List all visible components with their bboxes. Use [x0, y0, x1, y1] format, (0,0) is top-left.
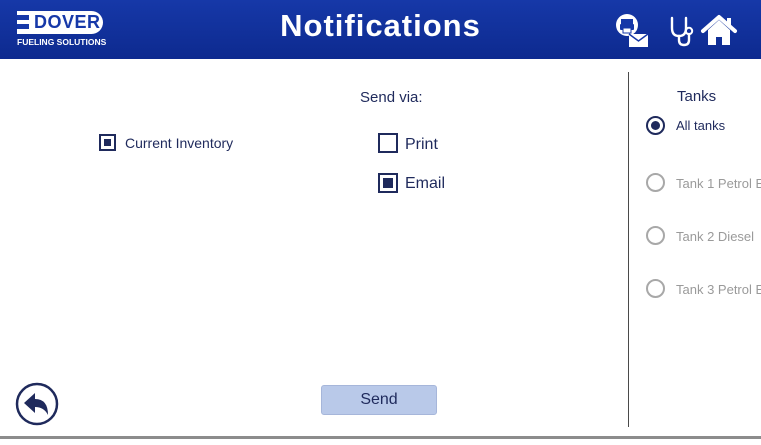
stethoscope-icon[interactable]: [668, 12, 694, 48]
back-arrow-icon[interactable]: [15, 382, 59, 426]
logo-word: DOVER: [34, 12, 101, 32]
tank-3-label: Tank 3 Petrol E: [676, 282, 761, 297]
current-inventory-checkbox[interactable]: [99, 134, 116, 151]
all-tanks-label: All tanks: [676, 118, 726, 133]
print-label: Print: [405, 136, 438, 153]
logo-subtitle: FUELING SOLUTIONS: [17, 37, 107, 47]
radio-tank-2[interactable]: [646, 226, 665, 245]
print-email-icon[interactable]: [612, 12, 650, 48]
dover-logo: DOVER FUELING SOLUTIONS: [17, 11, 127, 51]
send-via-heading: Send via:: [360, 89, 423, 106]
header-bar: DOVER FUELING SOLUTIONS Notifications: [0, 0, 761, 59]
email-label: Email: [405, 175, 446, 192]
email-checkbox[interactable]: [378, 173, 398, 193]
current-inventory-label: Current Inventory: [125, 135, 234, 151]
tanks-heading: Tanks: [677, 88, 717, 105]
print-checkbox[interactable]: [378, 133, 398, 153]
vertical-divider: [628, 72, 629, 427]
send-button[interactable]: Send: [321, 385, 437, 415]
radio-tank-3[interactable]: [646, 279, 665, 298]
radio-tank-1[interactable]: [646, 173, 665, 192]
radio-all-tanks[interactable]: [646, 116, 665, 135]
tank-2-label: Tank 2 Diesel: [676, 229, 755, 244]
home-icon[interactable]: [700, 12, 738, 48]
bottom-divider: [0, 436, 761, 439]
tank-1-label: Tank 1 Petrol E: [676, 176, 761, 191]
